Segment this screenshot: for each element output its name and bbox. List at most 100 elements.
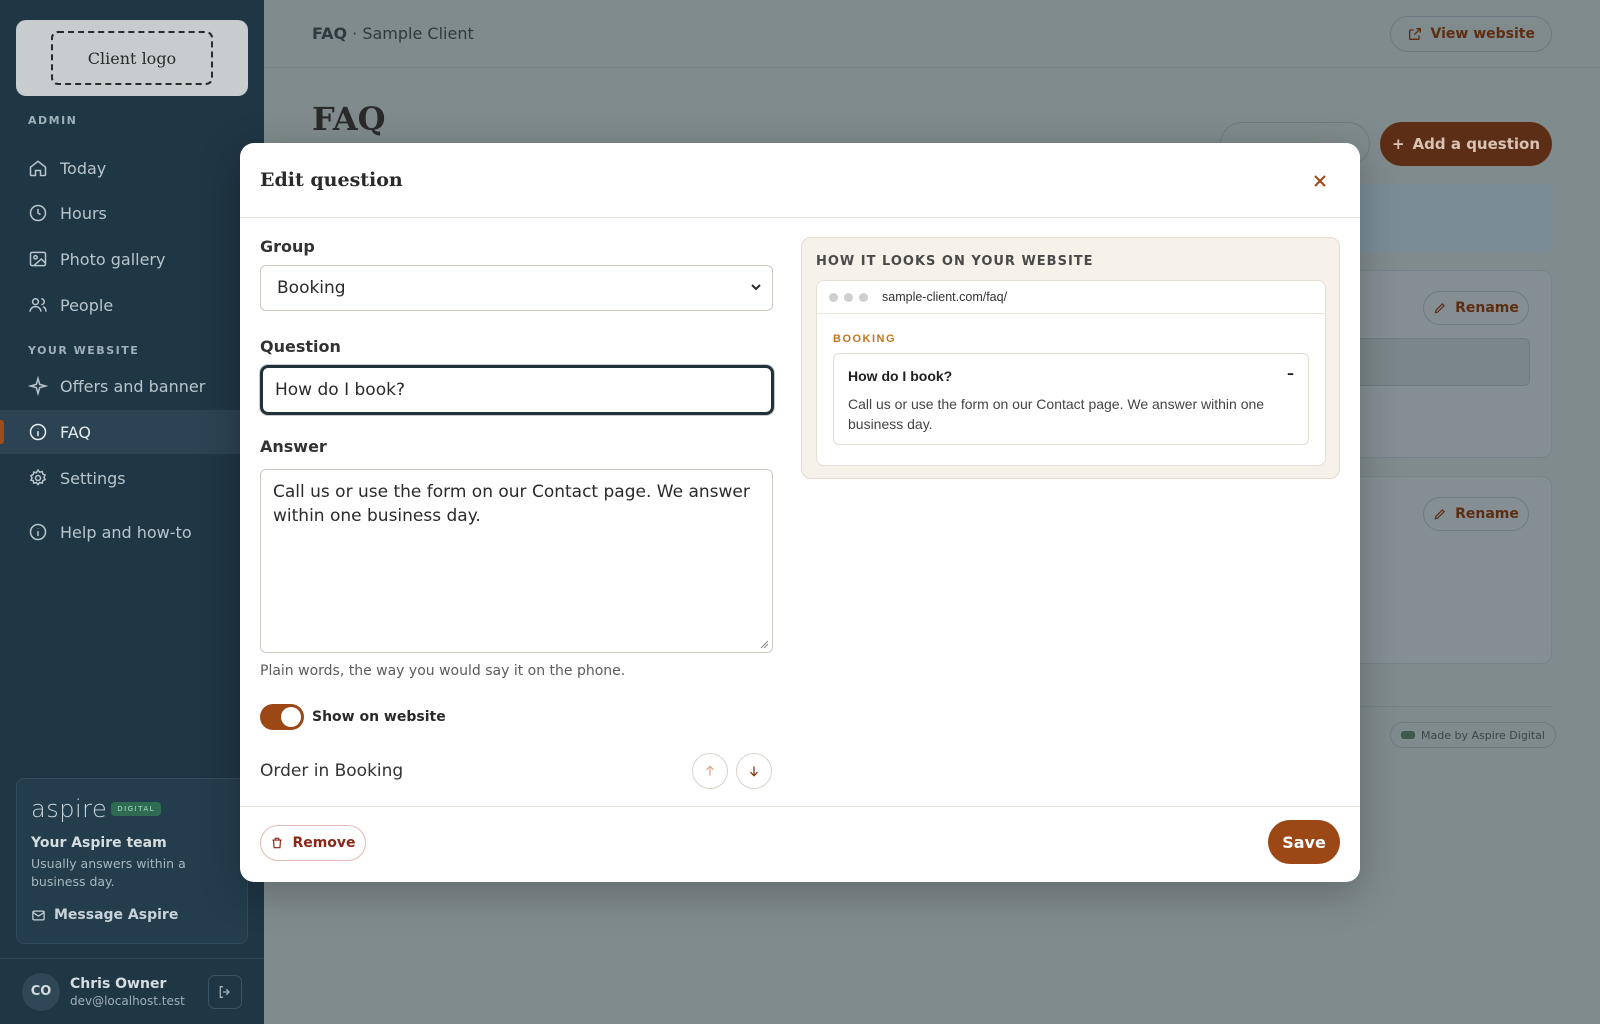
aspire-mark-icon bbox=[1401, 731, 1415, 739]
remove-label: Remove bbox=[292, 835, 356, 851]
rename-label: Rename bbox=[1455, 300, 1519, 316]
view-website-button[interactable]: View website bbox=[1389, 16, 1552, 52]
close-button[interactable] bbox=[1308, 169, 1332, 193]
aspire-support-card: aspire DIGITAL Your Aspire team Usually … bbox=[16, 778, 248, 944]
close-icon bbox=[1314, 175, 1326, 187]
chevron-down-icon bbox=[751, 284, 761, 291]
sidebar-item-label: Today bbox=[60, 158, 107, 178]
dialog-footer: Remove Save bbox=[240, 806, 1360, 882]
made-by-badge[interactable]: Made by Aspire Digital bbox=[1390, 722, 1556, 748]
remove-button[interactable]: Remove bbox=[260, 825, 366, 861]
top-bar: FAQ · Sample Client View website bbox=[264, 0, 1600, 68]
logout-button[interactable] bbox=[208, 975, 242, 1009]
gear-icon bbox=[29, 468, 47, 486]
show-on-website-label: Show on website bbox=[312, 709, 446, 725]
aspire-subtitle: Usually answers within a business day. bbox=[31, 856, 186, 889]
question-input-value: How do I book? bbox=[275, 380, 405, 400]
image-icon bbox=[29, 251, 47, 267]
breadcrumb: FAQ · Sample Client bbox=[312, 24, 474, 43]
browser-dot bbox=[844, 292, 853, 302]
dialog-header: Edit question bbox=[240, 143, 1360, 218]
preview-question-card: How do I book? – Call us or use the form… bbox=[833, 353, 1309, 445]
client-logo[interactable]: Client logo bbox=[16, 20, 248, 96]
section-admin: ADMIN bbox=[28, 114, 78, 127]
external-link-icon bbox=[1408, 28, 1421, 40]
preview-group: BOOKING bbox=[833, 333, 897, 345]
sidebar-item-label: Photo gallery bbox=[60, 249, 166, 269]
toggle-knob bbox=[281, 707, 301, 727]
answer-textarea[interactable]: Call us or use the form on our Contact p… bbox=[260, 469, 773, 653]
pencil-icon bbox=[1434, 303, 1446, 314]
sidebar-item-hours[interactable]: Hours bbox=[0, 191, 264, 235]
sidebar-item-people[interactable]: People bbox=[0, 283, 264, 327]
answer-label: Answer bbox=[260, 437, 327, 456]
home-icon bbox=[29, 160, 47, 177]
user-email: dev@localhost.test bbox=[70, 993, 185, 1008]
view-website-label: View website bbox=[1430, 26, 1535, 42]
order-label: Order in Booking bbox=[260, 761, 404, 781]
rename-label: Rename bbox=[1455, 506, 1519, 522]
plus-icon: + bbox=[1391, 135, 1405, 153]
group-select[interactable]: Booking bbox=[260, 265, 773, 311]
question-row[interactable] bbox=[1350, 338, 1530, 386]
message-aspire-label: Message Aspire bbox=[54, 907, 179, 923]
users-icon bbox=[29, 298, 47, 312]
message-aspire-link[interactable]: Message Aspire bbox=[31, 907, 233, 923]
rename-group-button[interactable]: Rename bbox=[1423, 291, 1529, 325]
page-title: FAQ bbox=[312, 100, 386, 138]
sidebar-item-offers[interactable]: Offers and banner bbox=[0, 364, 264, 408]
sidebar-item-help[interactable]: Help and how-to bbox=[0, 510, 264, 554]
aspire-logo: aspire DIGITAL bbox=[31, 795, 233, 823]
add-question-label: Add a question bbox=[1412, 135, 1541, 153]
save-button[interactable]: Save bbox=[1268, 820, 1340, 864]
website-preview: HOW IT LOOKS ON YOUR WEBSITE sample-clie… bbox=[801, 237, 1340, 479]
sidebar-item-today[interactable]: Today bbox=[0, 146, 264, 190]
aspire-logo-pill: DIGITAL bbox=[111, 802, 162, 816]
sidebar-item-label: Hours bbox=[60, 203, 107, 223]
section-your-website: YOUR WEBSITE bbox=[28, 344, 140, 357]
dialog-title: Edit question bbox=[260, 169, 403, 191]
logout-icon bbox=[219, 986, 230, 998]
resize-grip-icon[interactable] bbox=[759, 639, 769, 649]
aspire-logo-word: aspire bbox=[31, 795, 108, 823]
show-on-website-toggle[interactable] bbox=[260, 704, 304, 730]
preview-answer: Call us or use the form on our Contact p… bbox=[848, 396, 1265, 432]
rename-group-button[interactable]: Rename bbox=[1423, 497, 1529, 531]
user-name: Chris Owner bbox=[70, 975, 167, 992]
browser-dot bbox=[859, 292, 868, 302]
preview-url: sample-client.com/faq/ bbox=[882, 290, 1008, 304]
sidebar-item-settings[interactable]: Settings bbox=[0, 456, 264, 500]
browser-dot bbox=[829, 292, 838, 302]
sparkle-icon bbox=[28, 376, 48, 396]
sidebar: Client logo ADMIN Today Hours Photo gall… bbox=[0, 0, 264, 1024]
group-select-value: Booking bbox=[277, 278, 346, 298]
browser-bar: sample-client.com/faq/ bbox=[817, 281, 1325, 314]
info-icon bbox=[29, 423, 47, 441]
arrow-up-icon bbox=[706, 765, 714, 776]
sidebar-item-photo-gallery[interactable]: Photo gallery bbox=[0, 237, 264, 281]
info-icon bbox=[29, 523, 47, 541]
breadcrumb-page: FAQ bbox=[312, 24, 348, 43]
arrow-down-icon bbox=[750, 766, 758, 777]
move-down-button[interactable] bbox=[736, 753, 772, 789]
preview-title: HOW IT LOOKS ON YOUR WEBSITE bbox=[816, 254, 1094, 269]
client-logo-placeholder: Client logo bbox=[51, 31, 213, 85]
answer-textarea-value: Call us or use the form on our Contact p… bbox=[273, 482, 750, 526]
answer-hint: Plain words, the way you would say it on… bbox=[260, 663, 626, 679]
question-label: Question bbox=[260, 337, 341, 356]
avatar[interactable]: CO bbox=[22, 972, 60, 1011]
sidebar-item-label: People bbox=[60, 295, 114, 315]
sidebar-item-faq[interactable]: FAQ bbox=[0, 410, 264, 454]
clock-icon bbox=[29, 204, 47, 222]
add-question-button[interactable]: + Add a question bbox=[1380, 122, 1552, 166]
sidebar-item-label: FAQ bbox=[60, 422, 91, 442]
group-label: Group bbox=[260, 237, 315, 256]
aspire-title: Your Aspire team bbox=[31, 835, 167, 851]
pencil-icon bbox=[1434, 509, 1446, 520]
move-up-button[interactable] bbox=[692, 753, 728, 789]
question-input[interactable]: How do I book? bbox=[260, 365, 774, 415]
sidebar-item-label: Settings bbox=[60, 468, 126, 488]
preview-question: How do I book? bbox=[848, 368, 953, 384]
user-profile: CO Chris Owner dev@localhost.test bbox=[0, 958, 264, 1024]
edit-question-dialog: Edit question Group Booking Question How… bbox=[240, 143, 1360, 882]
